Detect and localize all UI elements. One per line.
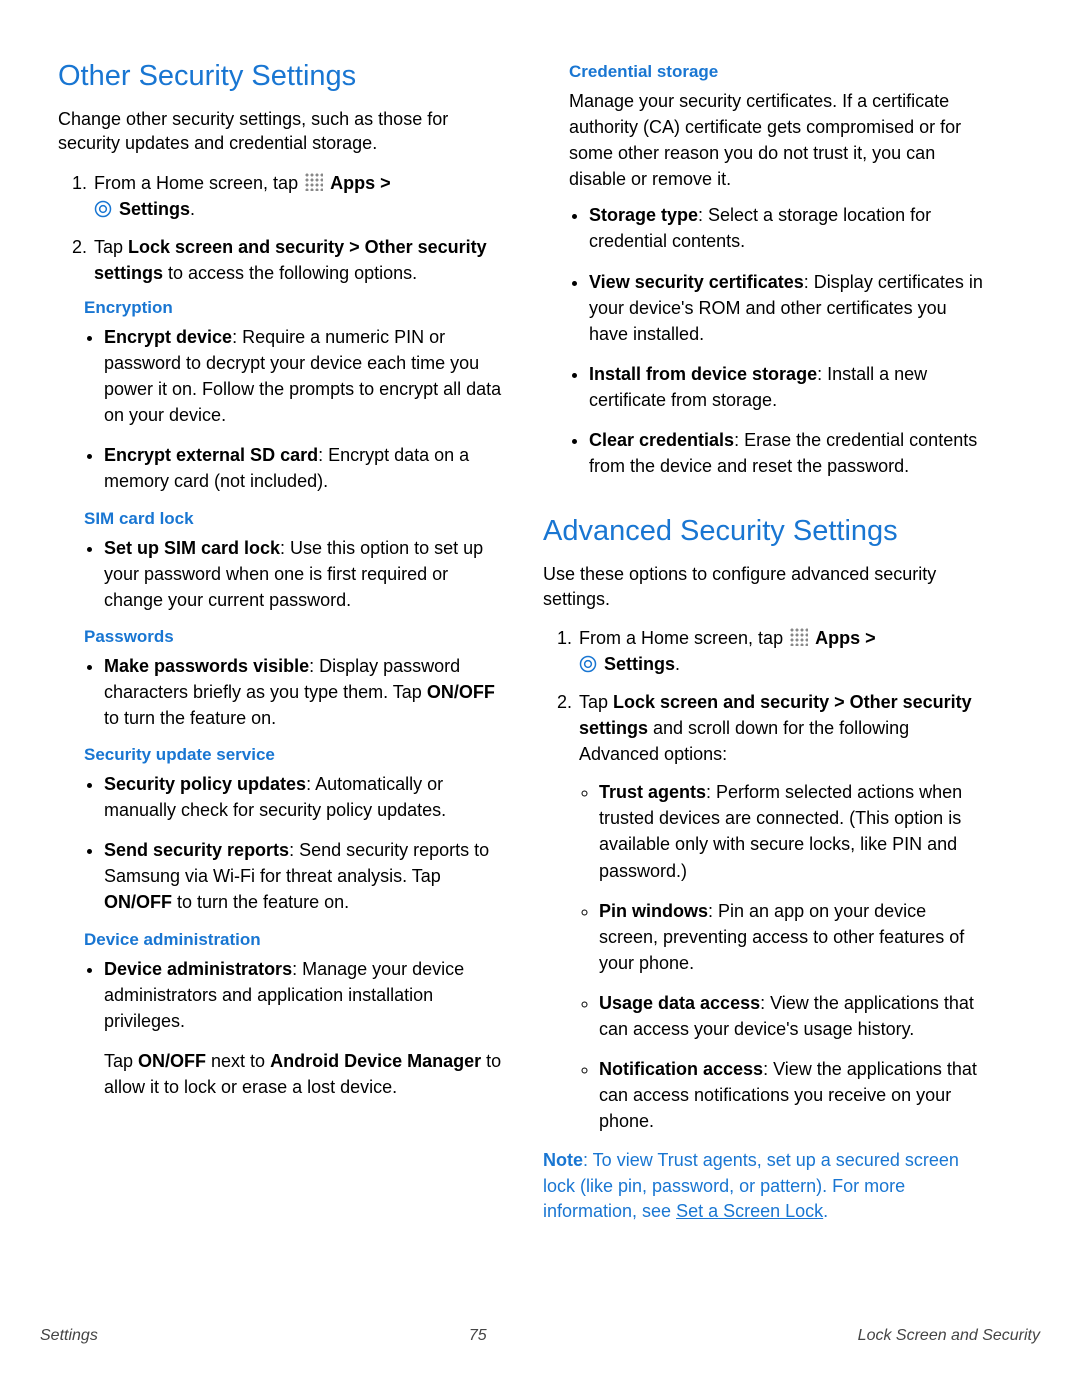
settings-icon (579, 654, 597, 672)
apps-icon (305, 173, 323, 191)
list-item: Set up SIM card lock: Use this option to… (104, 535, 503, 613)
link-set-a-screen-lock[interactable]: Set a Screen Lock (676, 1201, 823, 1221)
list-item: Usage data access: View the applications… (599, 990, 988, 1042)
step-1-right: From a Home screen, tap Apps > Settings. (577, 625, 988, 677)
list-da: Device administrators: Manage your devic… (84, 956, 503, 1100)
subhead-security-update-service: Security update service (84, 745, 503, 765)
subhead-sim-card-lock: SIM card lock (84, 509, 503, 529)
settings-label: Settings (604, 654, 675, 674)
list-item: Make passwords visible: Display password… (104, 653, 503, 731)
list-item: Encrypt device: Require a numeric PIN or… (104, 324, 503, 428)
settings-icon (94, 199, 112, 217)
list-sim: Set up SIM card lock: Use this option to… (84, 535, 503, 613)
list-item: Pin windows: Pin an app on your device s… (599, 898, 988, 976)
subhead-credential-storage: Credential storage (569, 62, 988, 82)
apps-icon (790, 628, 808, 646)
list-item: Storage type: Select a storage location … (589, 202, 988, 254)
footer: Settings 75 Lock Screen and Security (40, 1327, 1040, 1345)
subhead-passwords: Passwords (84, 627, 503, 647)
subhead-device-administration: Device administration (84, 930, 503, 950)
list-item: Encrypt external SD card: Encrypt data o… (104, 442, 503, 494)
note: Note: To view Trust agents, set up a sec… (543, 1148, 988, 1224)
list-encryption: Encrypt device: Require a numeric PIN or… (84, 324, 503, 495)
list-sus: Security policy updates: Automatically o… (84, 771, 503, 915)
footer-page-number: 75 (469, 1327, 487, 1345)
steps-right: From a Home screen, tap Apps > Settings.… (543, 625, 988, 1135)
heading-other-security-settings: Other Security Settings (58, 60, 503, 93)
heading-advanced-security-settings: Advanced Security Settings (543, 515, 988, 548)
list-item: Notification access: View the applicatio… (599, 1056, 988, 1134)
list-passwords: Make passwords visible: Display password… (84, 653, 503, 731)
column-left: Other Security Settings Change other sec… (58, 50, 503, 1242)
apps-label: Apps > (815, 628, 876, 648)
intro-right: Use these options to configure advanced … (543, 562, 988, 611)
list-item: Device administrators: Manage your devic… (104, 956, 503, 1100)
list-credential-storage: Storage type: Select a storage location … (569, 202, 988, 479)
steps-left: From a Home screen, tap Apps > Settings.… (58, 170, 503, 286)
apps-label: Apps > (330, 173, 391, 193)
column-right: Credential storage Manage your security … (543, 50, 988, 1242)
list-item: Send security reports: Send security rep… (104, 837, 503, 915)
footer-left: Settings (40, 1327, 98, 1345)
page: Other Security Settings Change other sec… (0, 0, 1080, 1397)
cred-intro: Manage your security certificates. If a … (569, 88, 988, 192)
list-item: Clear credentials: Erase the credential … (589, 427, 988, 479)
list-item: Install from device storage: Install a n… (589, 361, 988, 413)
list-item: Security policy updates: Automatically o… (104, 771, 503, 823)
step-2-left: Tap Lock screen and security > Other sec… (92, 234, 503, 286)
step-1-left: From a Home screen, tap Apps > Settings. (92, 170, 503, 222)
list-item: View security certificates: Display cert… (589, 269, 988, 347)
step-2-right: Tap Lock screen and security > Other sec… (577, 689, 988, 1134)
footer-right: Lock Screen and Security (858, 1327, 1040, 1345)
list-advanced: Trust agents: Perform selected actions w… (579, 779, 988, 1134)
subhead-encryption: Encryption (84, 298, 503, 318)
settings-label: Settings (119, 199, 190, 219)
intro-left: Change other security settings, such as … (58, 107, 503, 156)
list-item: Trust agents: Perform selected actions w… (599, 779, 988, 883)
